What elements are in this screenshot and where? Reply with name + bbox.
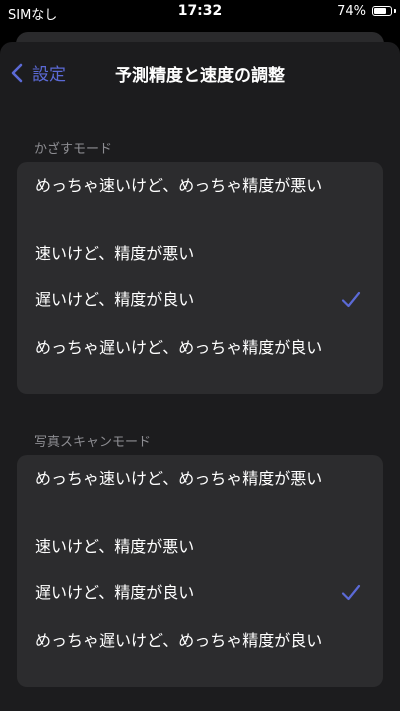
option-label: めっちゃ遅いけど、めっちゃ精度が良い [35,631,323,650]
section-header-photo-scan: 写真スキャンモード [34,435,152,450]
screen: SIMなし 17:32 74% 設定 予測精度と速度の調整 かざすモード めっち… [0,0,400,711]
battery-icon [372,6,392,16]
checkmark-icon [341,291,361,308]
status-bar: SIMなし 17:32 74% [0,0,400,24]
option-label: 速いけど、精度が悪い [35,244,195,263]
option-row-selected[interactable]: 遅いけど、精度が良い [17,276,383,322]
page-title: 予測精度と速度の調整 [115,66,285,86]
option-row[interactable]: めっちゃ速いけど、めっちゃ精度が悪い [17,455,383,523]
battery-percent: 74% [337,4,366,19]
option-label: 遅いけど、精度が良い [35,583,195,602]
option-row[interactable]: 速いけど、精度が悪い [17,523,383,569]
battery-tip [394,9,396,13]
option-row-selected[interactable]: 遅いけど、精度が良い [17,569,383,615]
navigation-bar: 設定 予測精度と速度の調整 [0,42,400,102]
option-row[interactable]: 速いけど、精度が悪い [17,230,383,276]
option-row[interactable]: めっちゃ遅いけど、めっちゃ精度が良い [17,615,383,687]
option-group-kazasu: めっちゃ速いけど、めっちゃ精度が悪い 速いけど、精度が悪い 遅いけど、精度が良い… [17,162,383,394]
option-label: めっちゃ遅いけど、めっちゃ精度が良い [35,338,323,357]
option-row[interactable]: めっちゃ遅いけど、めっちゃ精度が良い [17,322,383,394]
option-label: 遅いけど、精度が良い [35,290,195,309]
checkmark-icon [341,584,361,601]
settings-sheet: 設定 予測精度と速度の調整 かざすモード めっちゃ速いけど、めっちゃ精度が悪い … [0,42,400,711]
option-label: 速いけど、精度が悪い [35,537,195,556]
option-label: めっちゃ速いけど、めっちゃ精度が悪い [35,469,323,488]
option-group-photo-scan: めっちゃ速いけど、めっちゃ精度が悪い 速いけど、精度が悪い 遅いけど、精度が良い… [17,455,383,687]
battery-fill [374,8,386,14]
option-label: めっちゃ速いけど、めっちゃ精度が悪い [35,176,323,195]
option-row[interactable]: めっちゃ速いけど、めっちゃ精度が悪い [17,162,383,230]
section-header-kazasu: かざすモード [34,142,113,157]
